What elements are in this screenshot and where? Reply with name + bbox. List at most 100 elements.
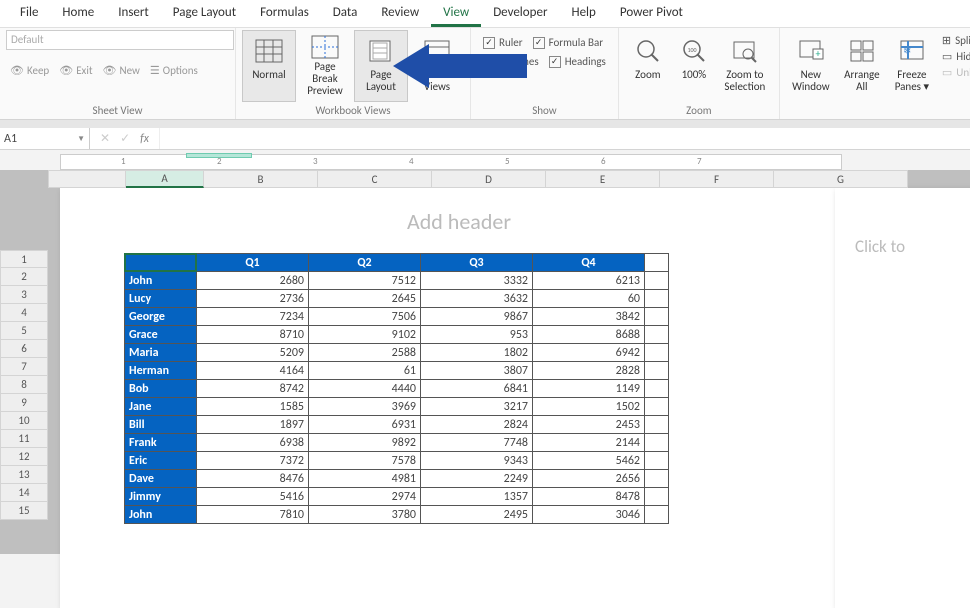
hide-button[interactable]: ▭Hide xyxy=(942,50,970,63)
cell-empty[interactable] xyxy=(645,290,669,308)
tab-home[interactable]: Home xyxy=(50,0,106,27)
header-q3[interactable]: Q3 xyxy=(421,254,533,272)
data-cell[interactable]: 2736 xyxy=(197,290,309,308)
page-layout-button[interactable]: Page Layout xyxy=(354,30,408,102)
row-header-8[interactable]: 8 xyxy=(0,376,48,394)
data-cell[interactable]: 3807 xyxy=(421,362,533,380)
col-header-a[interactable]: A xyxy=(126,170,204,188)
tab-data[interactable]: Data xyxy=(321,0,370,27)
cell-empty[interactable] xyxy=(645,434,669,452)
name-cell[interactable]: Maria xyxy=(125,344,197,362)
name-cell[interactable]: Grace xyxy=(125,326,197,344)
data-cell[interactable]: 2453 xyxy=(533,416,645,434)
name-cell[interactable]: George xyxy=(125,308,197,326)
options-button[interactable]: ☰Options xyxy=(146,62,202,79)
arrange-all-button[interactable]: Arrange All xyxy=(838,30,886,102)
freeze-panes-button[interactable]: ❄ Freeze Panes ▾ xyxy=(888,30,936,102)
row-header-10[interactable]: 10 xyxy=(0,412,48,430)
cell-empty[interactable] xyxy=(645,452,669,470)
data-cell[interactable]: 3969 xyxy=(309,398,421,416)
col-header-f[interactable]: F xyxy=(660,170,774,188)
data-cell[interactable]: 1149 xyxy=(533,380,645,398)
keep-button[interactable]: 👁Keep xyxy=(6,62,53,79)
name-cell[interactable]: Jimmy xyxy=(125,488,197,506)
data-cell[interactable]: 2588 xyxy=(309,344,421,362)
name-cell[interactable]: John xyxy=(125,506,197,524)
new-window-button[interactable]: + New Window xyxy=(786,30,836,102)
row-header-2[interactable]: 2 xyxy=(0,268,48,286)
data-cell[interactable]: 60 xyxy=(533,290,645,308)
tab-review[interactable]: Review xyxy=(369,0,431,27)
cell-empty[interactable] xyxy=(645,380,669,398)
tab-developer[interactable]: Developer xyxy=(481,0,559,27)
data-cell[interactable]: 5462 xyxy=(533,452,645,470)
sheet-view-default[interactable]: Default xyxy=(6,30,234,50)
tab-formulas[interactable]: Formulas xyxy=(248,0,321,27)
row-header-4[interactable]: 4 xyxy=(0,304,48,322)
data-cell[interactable]: 2680 xyxy=(197,272,309,290)
data-cell[interactable]: 4440 xyxy=(309,380,421,398)
name-box[interactable]: A1 ▼ xyxy=(0,128,90,149)
col-header-g[interactable]: G xyxy=(774,170,908,188)
data-cell[interactable]: 3780 xyxy=(309,506,421,524)
data-cell[interactable]: 8688 xyxy=(533,326,645,344)
data-cell[interactable]: 6931 xyxy=(309,416,421,434)
tab-help[interactable]: Help xyxy=(559,0,607,27)
row-header-6[interactable]: 6 xyxy=(0,340,48,358)
new-button[interactable]: 👁New xyxy=(99,62,144,79)
data-cell[interactable]: 8742 xyxy=(197,380,309,398)
data-cell[interactable]: 1585 xyxy=(197,398,309,416)
name-cell[interactable]: Lucy xyxy=(125,290,197,308)
data-cell[interactable]: 4981 xyxy=(309,470,421,488)
unhide-button[interactable]: ▭Unhide xyxy=(942,66,970,79)
data-cell[interactable]: 61 xyxy=(309,362,421,380)
fx-icon[interactable]: fx xyxy=(140,132,149,146)
split-button[interactable]: ⊞Split xyxy=(942,34,970,47)
formula-input[interactable] xyxy=(159,128,970,149)
data-cell[interactable]: 9867 xyxy=(421,308,533,326)
data-cell[interactable]: 3332 xyxy=(421,272,533,290)
row-header-12[interactable]: 12 xyxy=(0,448,48,466)
data-cell[interactable]: 5209 xyxy=(197,344,309,362)
row-header-11[interactable]: 11 xyxy=(0,430,48,448)
data-cell[interactable]: 7512 xyxy=(309,272,421,290)
col-header-gutter[interactable] xyxy=(48,170,126,188)
tab-power-pivot[interactable]: Power Pivot xyxy=(608,0,695,27)
name-cell[interactable]: Bob xyxy=(125,380,197,398)
data-cell[interactable]: 6841 xyxy=(421,380,533,398)
data-cell[interactable]: 8476 xyxy=(197,470,309,488)
cell-empty[interactable] xyxy=(645,254,669,272)
name-cell[interactable]: Herman xyxy=(125,362,197,380)
cell-empty[interactable] xyxy=(645,344,669,362)
col-header-e[interactable]: E xyxy=(546,170,660,188)
name-cell[interactable]: Eric xyxy=(125,452,197,470)
data-cell[interactable]: 2824 xyxy=(421,416,533,434)
col-header-d[interactable]: D xyxy=(432,170,546,188)
data-cell[interactable]: 8478 xyxy=(533,488,645,506)
data-cell[interactable]: 1357 xyxy=(421,488,533,506)
data-cell[interactable]: 8710 xyxy=(197,326,309,344)
data-cell[interactable]: 7578 xyxy=(309,452,421,470)
header-q4[interactable]: Q4 xyxy=(533,254,645,272)
data-cell[interactable]: 5416 xyxy=(197,488,309,506)
name-cell[interactable]: Bill xyxy=(125,416,197,434)
data-cell[interactable]: 2656 xyxy=(533,470,645,488)
row-header-3[interactable]: 3 xyxy=(0,286,48,304)
cell-empty[interactable] xyxy=(645,272,669,290)
cell-empty[interactable] xyxy=(645,362,669,380)
tab-insert[interactable]: Insert xyxy=(106,0,161,27)
data-cell[interactable]: 9343 xyxy=(421,452,533,470)
header-placeholder[interactable]: Add header xyxy=(60,188,858,253)
header-q2[interactable]: Q2 xyxy=(309,254,421,272)
formula-bar-checkbox[interactable]: ✓Formula Bar xyxy=(533,36,603,49)
data-cell[interactable]: 953 xyxy=(421,326,533,344)
data-cell[interactable]: 6213 xyxy=(533,272,645,290)
cell-empty[interactable] xyxy=(645,506,669,524)
data-cell[interactable]: 7748 xyxy=(421,434,533,452)
data-cell[interactable]: 2828 xyxy=(533,362,645,380)
row-header-14[interactable]: 14 xyxy=(0,484,48,502)
data-cell[interactable]: 9102 xyxy=(309,326,421,344)
data-cell[interactable]: 2645 xyxy=(309,290,421,308)
tab-file[interactable]: File xyxy=(8,0,50,27)
data-cell[interactable]: 4164 xyxy=(197,362,309,380)
